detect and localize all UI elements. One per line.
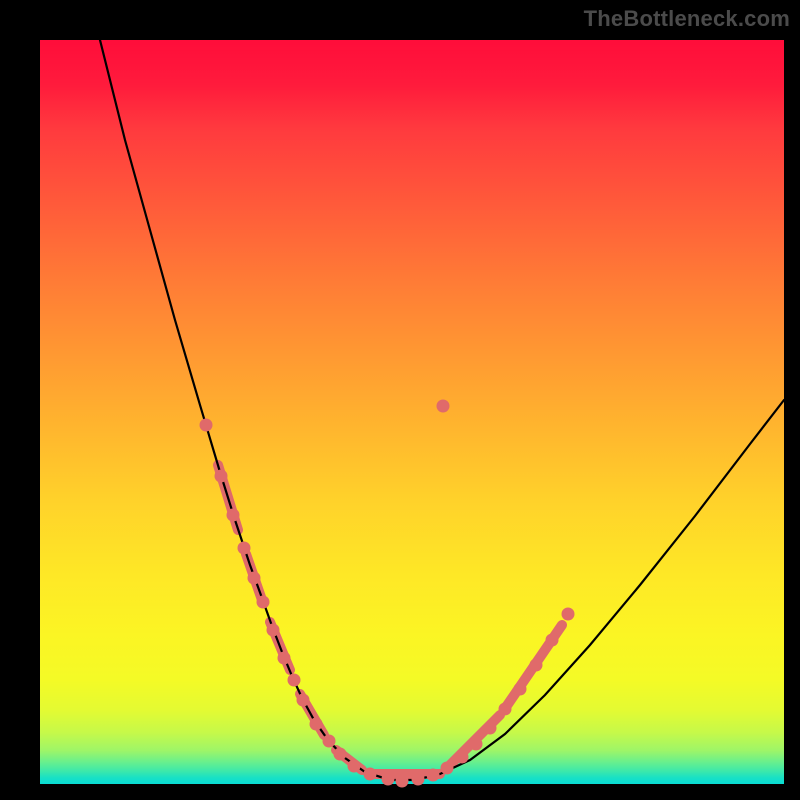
highlight-dot xyxy=(427,769,440,782)
highlight-dot xyxy=(323,735,336,748)
watermark-text: TheBottleneck.com xyxy=(584,6,790,32)
highlight-dot xyxy=(396,775,409,788)
highlight-dot xyxy=(215,470,228,483)
highlight-dot xyxy=(334,748,347,761)
highlight-dot xyxy=(288,674,301,687)
highlight-dot xyxy=(364,768,377,781)
highlight-dot xyxy=(278,652,291,665)
highlight-dot xyxy=(412,773,425,786)
highlight-dot xyxy=(238,542,251,555)
highlight-dot xyxy=(456,751,469,764)
highlight-dot xyxy=(297,694,310,707)
plot-area xyxy=(40,40,784,784)
highlight-dot xyxy=(310,718,323,731)
highlight-dot xyxy=(257,596,270,609)
highlight-dot xyxy=(562,608,575,621)
highlight-dot xyxy=(499,703,512,716)
highlight-dot xyxy=(470,738,483,751)
chart-svg xyxy=(40,40,784,784)
highlight-dot xyxy=(514,683,527,696)
highlight-dot xyxy=(382,773,395,786)
highlight-dot xyxy=(530,659,543,672)
highlight-dot xyxy=(348,760,361,773)
highlight-dot xyxy=(200,419,213,432)
highlight-dot xyxy=(248,572,261,585)
highlight-dot xyxy=(484,722,497,735)
highlight-dot xyxy=(441,762,454,775)
highlight-dot xyxy=(437,400,450,413)
chart-frame: TheBottleneck.com xyxy=(0,0,800,800)
highlight-dot xyxy=(267,624,280,637)
highlight-dot xyxy=(546,634,559,647)
highlight-dot xyxy=(227,509,240,522)
